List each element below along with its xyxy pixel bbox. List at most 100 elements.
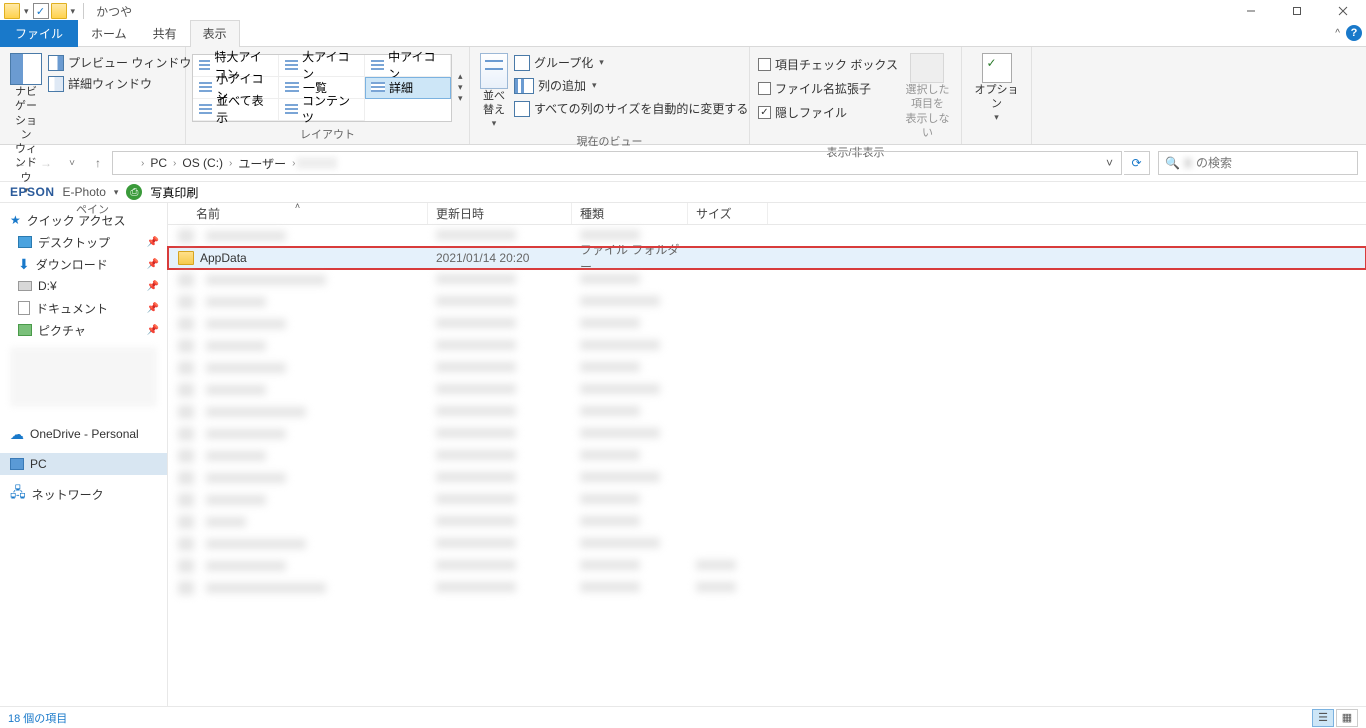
layout-content[interactable]: コンテンツ	[279, 99, 365, 121]
tree-network[interactable]: 🖧ネットワーク	[0, 483, 167, 505]
maximize-button[interactable]	[1274, 0, 1320, 22]
help-icon[interactable]: ?	[1346, 25, 1362, 41]
list-item[interactable]	[168, 335, 1366, 357]
breadcrumb[interactable]: › PC › OS (C:) › ユーザー › ˅	[112, 151, 1122, 175]
close-button[interactable]	[1320, 0, 1366, 22]
layout-tiles[interactable]: 並べて表示	[193, 99, 279, 121]
tree-d-drive[interactable]: D:¥📌	[0, 275, 167, 297]
col-name[interactable]: ˄名前	[168, 203, 428, 224]
qat-customize-icon[interactable]: ▾	[69, 6, 78, 17]
qat-properties-icon[interactable]: ✓	[33, 3, 49, 19]
item-checkboxes-toggle[interactable]: 項目チェック ボックス	[756, 55, 900, 74]
details-pane-button[interactable]: 詳細ウィンドウ	[46, 74, 193, 93]
recent-locations-button[interactable]: ˅	[60, 151, 84, 175]
list-item[interactable]	[168, 489, 1366, 511]
tab-home[interactable]: ホーム	[78, 20, 140, 47]
nav-pane-icon	[10, 53, 42, 85]
file-extensions-toggle[interactable]: ファイル名拡張子	[756, 79, 900, 98]
list-item[interactable]	[168, 313, 1366, 335]
tab-file[interactable]: ファイル	[0, 20, 78, 47]
crumb-user-redacted[interactable]	[297, 157, 337, 169]
tab-view[interactable]: 表示	[190, 20, 240, 47]
tree-quick-access[interactable]: ★クイック アクセス	[0, 209, 167, 231]
hidden-files-toggle[interactable]: ✓隠しファイル	[756, 103, 900, 122]
address-dropdown-icon[interactable]: ˅	[1100, 156, 1119, 170]
preview-pane-button[interactable]: プレビュー ウィンドウ	[46, 53, 193, 72]
epson-app: E-Photo	[63, 185, 106, 199]
pin-icon: 📌	[147, 259, 159, 270]
list-item[interactable]	[168, 423, 1366, 445]
list-item[interactable]	[168, 555, 1366, 577]
tree-documents[interactable]: ドキュメント📌	[0, 297, 167, 319]
search-input[interactable]	[1196, 156, 1351, 170]
crumb-pc[interactable]: PC	[146, 156, 171, 170]
ribbon-tabs: ファイル ホーム 共有 表示 ^ ?	[0, 22, 1366, 47]
chevron-down-icon[interactable]: ▾	[114, 187, 119, 198]
tree-downloads[interactable]: ⬇ダウンロード📌	[0, 253, 167, 275]
gallery-more-icon[interactable]: ▾	[456, 93, 465, 104]
minimize-button[interactable]	[1228, 0, 1274, 22]
tree-desktop[interactable]: デスクトップ📌	[0, 231, 167, 253]
drive-icon	[18, 281, 32, 291]
back-button[interactable]: ←	[8, 151, 32, 175]
col-size[interactable]: サイズ	[688, 203, 768, 224]
folder-icon	[119, 156, 135, 170]
tab-share[interactable]: 共有	[140, 20, 190, 47]
list-item[interactable]	[168, 577, 1366, 599]
epson-brand: EPSON	[10, 185, 55, 199]
chevron-right-icon[interactable]: ›	[171, 158, 178, 169]
list-item[interactable]	[168, 401, 1366, 423]
view-details-button[interactable]: ☰	[1312, 709, 1334, 727]
list-item[interactable]	[168, 379, 1366, 401]
qat-folder-icon	[4, 3, 20, 19]
desktop-icon	[18, 236, 32, 248]
chevron-right-icon[interactable]: ›	[227, 158, 234, 169]
list-item[interactable]	[168, 511, 1366, 533]
group-icon	[514, 55, 530, 71]
chevron-right-icon[interactable]: ›	[139, 158, 146, 169]
options-button[interactable]: オプション ▾	[968, 51, 1025, 125]
list-item[interactable]	[168, 467, 1366, 489]
layout-large[interactable]: 大アイコン	[279, 55, 365, 77]
list-item-appdata[interactable]: AppData 2021/01/14 20:20 ファイル フォルダー	[168, 247, 1366, 269]
photo-print-button[interactable]: 写真印刷	[150, 184, 198, 201]
epson-toolbar: EPSON E-Photo ▾ ⎙ 写真印刷	[0, 181, 1366, 203]
chevron-right-icon[interactable]: ›	[290, 158, 297, 169]
tree-pc[interactable]: PC	[0, 453, 167, 475]
star-icon: ★	[10, 213, 21, 227]
autosize-columns-button[interactable]: すべての列のサイズを自動的に変更する	[512, 99, 750, 118]
list-item[interactable]	[168, 445, 1366, 467]
col-type[interactable]: 種類	[572, 203, 688, 224]
crumb-drive[interactable]: OS (C:)	[178, 156, 227, 170]
list-item[interactable]	[168, 269, 1366, 291]
hide-selected-icon	[910, 53, 944, 83]
list-item[interactable]	[168, 533, 1366, 555]
ribbon-collapse-icon[interactable]: ^	[1335, 28, 1340, 39]
list-item[interactable]	[168, 357, 1366, 379]
up-button[interactable]: ↑	[86, 151, 110, 175]
tree-onedrive[interactable]: ☁OneDrive - Personal	[0, 423, 167, 445]
ribbon: ナビゲーション ウィンドウ ▾ プレビュー ウィンドウ 詳細ウィンドウ ペイン …	[0, 47, 1366, 145]
group-by-button[interactable]: グループ化▾	[512, 53, 750, 72]
layout-medium[interactable]: 中アイコン	[365, 55, 451, 77]
sort-indicator-icon: ˄	[295, 201, 300, 211]
crumb-users[interactable]: ユーザー	[234, 155, 290, 172]
refresh-button[interactable]: ⟳	[1124, 151, 1150, 175]
add-columns-button[interactable]: 列の追加▾	[512, 76, 750, 95]
sort-icon	[480, 53, 508, 89]
col-date[interactable]: 更新日時	[428, 203, 572, 224]
layout-details[interactable]: 詳細	[365, 77, 451, 99]
qat-dropdown-icon[interactable]: ▾	[22, 6, 31, 17]
pin-icon: 📌	[147, 325, 159, 336]
qat-newfolder-icon[interactable]	[51, 3, 67, 19]
nav-pane-button[interactable]: ナビゲーション ウィンドウ ▾	[6, 51, 46, 199]
view-large-icons-button[interactable]: ▦	[1336, 709, 1358, 727]
tree-pictures[interactable]: ピクチャ📌	[0, 319, 167, 341]
sort-button[interactable]: 並べ替え ▾	[476, 51, 512, 131]
gallery-down-icon[interactable]: ▾	[456, 82, 465, 93]
gallery-up-icon[interactable]: ▴	[456, 71, 465, 82]
list-item[interactable]	[168, 225, 1366, 247]
list-item[interactable]	[168, 291, 1366, 313]
layout-gallery[interactable]: 特大アイコン 大アイコン 中アイコン 小アイコン 一覧 詳細 並べて表示 コンテ…	[192, 54, 452, 122]
search-box[interactable]: 🔍	[1158, 151, 1358, 175]
